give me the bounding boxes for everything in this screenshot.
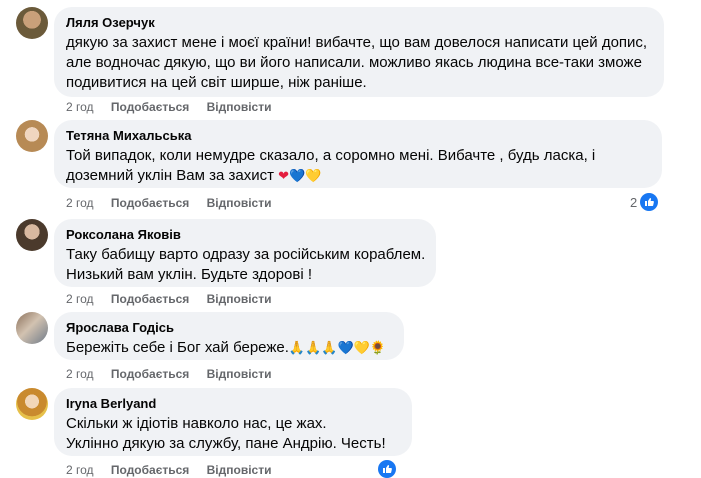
comment-time[interactable]: 2 год [66, 367, 94, 381]
comment-text-row: доземний уклін Вам за захист ❤💙💛 [66, 166, 650, 186]
like-button[interactable]: Подобається [111, 292, 189, 306]
comment-bubble: Ляля Озерчук дякую за захист мене і моєї… [54, 7, 664, 97]
comment-bubble: Iryna Berlyand Скільки ж ідіотів навколо… [54, 388, 412, 456]
comment-author[interactable]: Ярослава Годісь [66, 320, 392, 336]
sunflower-emoji: 🌻 [369, 340, 387, 355]
avatar[interactable] [16, 219, 48, 251]
comment-time[interactable]: 2 год [66, 100, 94, 114]
comment-actions: 2 год Подобається Відповісти [66, 196, 285, 210]
praying-hands-emoji: 🙏 [288, 340, 306, 355]
like-button[interactable]: Подобається [111, 100, 189, 114]
praying-hands-emoji: 🙏 [305, 340, 322, 355]
avatar[interactable] [16, 120, 48, 152]
comment-actions: 2 год Подобається Відповісти [66, 292, 285, 306]
comment-text-line: Уклінно дякую за службу, пане Андрію. Че… [66, 435, 386, 452]
comment-text-line: дякую за захист мене і моєї країни! виба… [66, 34, 648, 51]
avatar[interactable] [16, 7, 48, 39]
heart-red-emoji: ❤ [278, 168, 290, 183]
heart-yellow-emoji: 💛 [305, 168, 322, 183]
comment-bubble: Тетяна Михальська Той випадок, коли нему… [54, 120, 662, 188]
comment-text-line: подивитися на цей світ ширше, ніж раніше… [66, 74, 367, 91]
comment-text-line: Бережіть себе і Бог хай береже. [66, 339, 289, 356]
comment-text-row: Бережіть себе і Бог хай береже.🙏🙏🙏💙💛🌻 [66, 338, 392, 358]
comment-time[interactable]: 2 год [66, 292, 94, 306]
comment-actions: 2 год Подобається Відповісти [66, 463, 285, 477]
comment-text-line: Той випадок, коли немудре сказало, а сор… [66, 147, 596, 164]
thumbs-up-icon [640, 193, 659, 211]
comment-actions: 2 год Подобається Відповісти [66, 367, 285, 381]
comment-author[interactable]: Роксолана Яковів [66, 227, 424, 243]
comment-actions: 2 год Подобається Відповісти [66, 100, 285, 114]
comment-time[interactable]: 2 год [66, 463, 94, 477]
comment-author[interactable]: Тетяна Михальська [66, 128, 650, 144]
comment-text-line: Таку бабищу варто одразу за російським к… [66, 246, 426, 263]
heart-blue-emoji: 💙 [289, 168, 306, 183]
comment-text-line: Скільки ж ідіотів навколо нас, це жах. [66, 415, 327, 432]
like-button[interactable]: Подобається [111, 196, 189, 210]
reply-button[interactable]: Відповісти [207, 367, 272, 381]
like-button[interactable]: Подобається [111, 463, 189, 477]
thumbs-up-icon [378, 460, 396, 478]
reply-button[interactable]: Відповісти [207, 292, 272, 306]
praying-hands-emoji: 🙏 [321, 340, 338, 355]
comment-text-line: але водночас дякую, що ви його написали.… [66, 54, 642, 71]
comment-bubble: Роксолана Яковів Таку бабищу варто одраз… [54, 219, 436, 287]
avatar[interactable] [16, 388, 48, 420]
avatar[interactable] [16, 312, 48, 344]
reaction-summary[interactable] [375, 460, 396, 478]
comment-text-line: доземний уклін Вам за захист [66, 167, 274, 184]
comment-author[interactable]: Ляля Озерчук [66, 15, 652, 31]
comment-text-line: Низький вам уклін. Будьте здорові ! [66, 266, 313, 283]
reaction-count: 2 [630, 194, 638, 210]
reply-button[interactable]: Відповісти [207, 196, 272, 210]
heart-blue-emoji: 💙 [337, 340, 354, 355]
like-button[interactable]: Подобається [111, 367, 189, 381]
comment-time[interactable]: 2 год [66, 196, 94, 210]
heart-yellow-emoji: 💛 [353, 340, 370, 355]
reply-button[interactable]: Відповісти [207, 463, 272, 477]
comment-bubble: Ярослава Годісь Бережіть себе і Бог хай … [54, 312, 404, 360]
reply-button[interactable]: Відповісти [207, 100, 272, 114]
reaction-summary[interactable]: 2 [630, 193, 659, 211]
comment-author[interactable]: Iryna Berlyand [66, 396, 400, 412]
